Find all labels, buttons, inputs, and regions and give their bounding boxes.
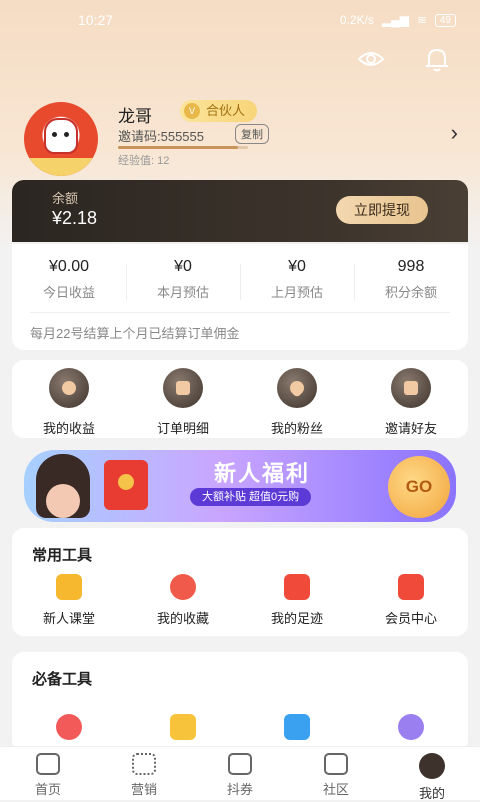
stat-last-month[interactable]: ¥0 上月预估 <box>240 258 354 301</box>
tool-newbie-class[interactable]: 新人课堂 <box>12 574 126 627</box>
earnings-stats: ¥0.00 今日收益 ¥0 本月预估 ¥0 上月预估 998 积分余额 每月22号结算上… <box>12 244 468 350</box>
go-button[interactable]: GO <box>388 456 450 518</box>
tool-info[interactable] <box>354 714 468 740</box>
common-tools: 常用工具 新人课堂 我的收藏 我的足迹 会员中心 <box>12 528 468 636</box>
balance-value: ¥2.18 <box>52 208 98 228</box>
red-packet-icon <box>104 460 148 510</box>
tool-footprints[interactable]: 我的足迹 <box>240 574 354 627</box>
ticket-icon <box>228 753 252 775</box>
tool-chat[interactable] <box>12 714 126 740</box>
signal-icon: ▂▄▆ <box>381 13 409 27</box>
nav-mine[interactable]: 我的 <box>384 747 480 801</box>
tool-document[interactable] <box>126 714 240 740</box>
stat-points[interactable]: 998 积分余额 <box>354 258 468 301</box>
essential-tools: 必备工具 <box>12 652 468 752</box>
bottom-nav: 首页 营销 抖券 社区 我的 <box>0 746 480 801</box>
chat-icon <box>56 714 82 740</box>
status-bar: 10:27 0.2K/s ▂▄▆ ≋ 49 <box>0 0 480 40</box>
exp-progress-fill <box>118 146 238 149</box>
lucky-cat-image <box>44 118 78 154</box>
tool-favorites[interactable]: 我的收藏 <box>126 574 240 627</box>
banner-subtitle: 大额补贴 超值0元购 <box>190 488 312 506</box>
battery-icon: 49 <box>434 13 456 27</box>
status-time: 10:27 <box>78 12 114 28</box>
user-name: 龙哥 <box>118 107 152 126</box>
invite-code: 邀请码:555555 <box>118 129 204 144</box>
girl-illustration <box>36 454 90 518</box>
vip-icon: V <box>184 103 200 119</box>
chevron-right-icon[interactable]: › <box>451 120 458 146</box>
grid-icon <box>132 753 156 775</box>
wifi-icon: ≋ <box>416 13 427 27</box>
section-title-essential: 必备工具 <box>32 671 93 688</box>
nav-community[interactable]: 社区 <box>288 747 384 800</box>
stat-today[interactable]: ¥0.00 今日收益 <box>12 258 126 301</box>
withdraw-button[interactable]: 立即提现 <box>336 196 428 224</box>
exp-progress-bar <box>118 146 248 149</box>
balance-label: 余额 <box>52 191 79 206</box>
order-icon <box>163 368 203 408</box>
newcomer-banner[interactable]: 新人福利 大额补贴 超值0元购 GO <box>24 450 456 522</box>
coin-icon <box>49 368 89 408</box>
community-icon <box>324 753 348 775</box>
nav-coupons[interactable]: 抖券 <box>192 747 288 800</box>
invite-icon <box>391 368 431 408</box>
partner-badge: V 合伙人 <box>180 100 258 122</box>
tool-help[interactable] <box>240 714 354 740</box>
quick-invite[interactable]: 邀请好友 <box>354 368 468 437</box>
quick-fans[interactable]: 我的粉丝 <box>240 368 354 437</box>
balance-card: 余额 ¥2.18 立即提现 <box>12 180 468 242</box>
graduation-cap-icon <box>56 574 82 600</box>
quick-earnings[interactable]: 我的收益 <box>12 368 126 437</box>
network-speed: 0.2K/s <box>339 13 374 27</box>
help-icon <box>284 714 310 740</box>
nav-home[interactable]: 首页 <box>0 747 96 800</box>
flag-icon <box>284 574 310 600</box>
crown-icon <box>398 574 424 600</box>
banner-title: 新人福利 <box>214 461 311 486</box>
nav-marketing[interactable]: 营销 <box>96 747 192 800</box>
experience-value: 经验值: 12 <box>118 155 170 167</box>
badge-label: 合伙人 <box>206 103 246 118</box>
tool-member-center[interactable]: 会员中心 <box>354 574 468 627</box>
bell-icon[interactable] <box>422 44 452 74</box>
quick-orders[interactable]: 订单明细 <box>126 368 240 437</box>
profile-header[interactable]: 龙哥 V 合伙人 邀请码:555555 复制 经验值: 12 › <box>24 100 464 176</box>
document-icon <box>170 714 196 740</box>
section-title: 常用工具 <box>32 547 93 564</box>
stat-this-month[interactable]: ¥0 本月预估 <box>126 258 240 301</box>
settlement-note: 每月22号结算上个月已结算订单佣金 <box>30 312 450 342</box>
home-icon <box>36 753 60 775</box>
heart-icon <box>277 368 317 408</box>
quick-actions: 我的收益 订单明细 我的粉丝 邀请好友 <box>12 360 468 438</box>
eye-icon[interactable] <box>356 44 386 74</box>
star-icon <box>170 574 196 600</box>
copy-button[interactable]: 复制 <box>235 124 269 144</box>
profile-icon <box>419 753 445 779</box>
info-icon <box>398 714 424 740</box>
avatar[interactable] <box>24 102 98 176</box>
